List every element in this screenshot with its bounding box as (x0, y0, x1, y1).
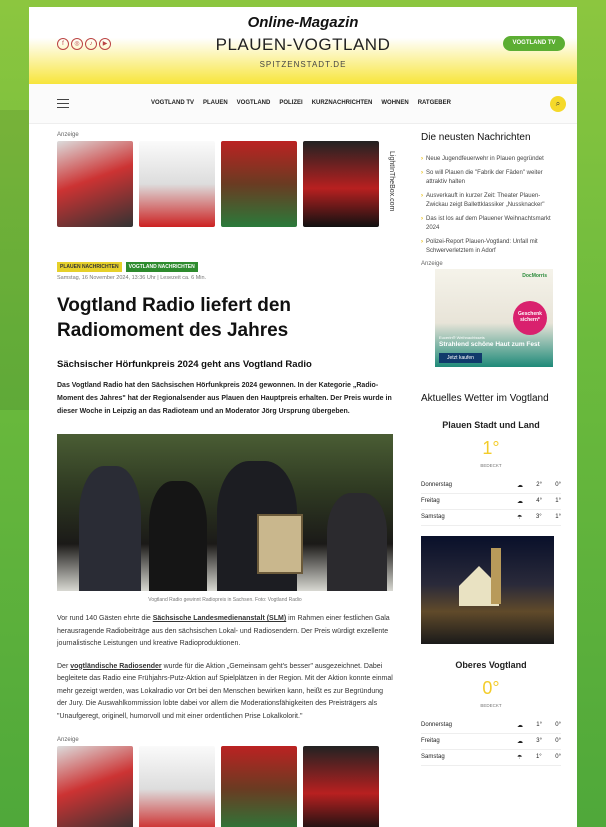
slm-link[interactable]: Sächsische Landesmedienanstalt (SLM) (153, 615, 286, 622)
ad-image-sweater[interactable] (139, 141, 215, 227)
nav-item-ratgeber[interactable]: RATGEBER (418, 100, 451, 106)
nav-item-vogtland-tv[interactable]: VOGTLAND TV (151, 100, 194, 106)
side-ad-brand: DocMorris (522, 273, 547, 279)
forecast-row: Donnerstag ☁ 2° 0° (421, 478, 561, 494)
article-tags: PLAUEN NACHRICHTEN VOGTLAND NACHRICHTEN (57, 262, 393, 272)
ad-label-2: Anzeige (57, 737, 79, 743)
ad-image-reindeer-2[interactable] (221, 746, 297, 827)
weather-location-2: Oberes Vogtland (455, 660, 527, 670)
side-ad-label: Anzeige (421, 261, 443, 267)
forecast-row: Freitag ☁ 3° 0° (421, 734, 561, 750)
forecast-row: Samstag ☂ 3° 1° (421, 510, 561, 526)
article-meta: Samstag, 16 November 2024, 13:36 Uhr | L… (57, 275, 207, 281)
news-list: Neue Jugendfeuerwehr in Plauen gegründet… (421, 155, 561, 256)
cloud-icon: ☁ (517, 723, 523, 729)
weather-forecast-1: Donnerstag ☁ 2° 0° Freitag ☁ 4° 1° Samstag ☂ 3° 1… (421, 478, 561, 526)
main-nav: VOGTLAND TV PLAUEN VOGTLAND POLIZEI KURZ… (29, 84, 577, 124)
article-paragraph-2: Der vogtländische Radiosender wurde für … (57, 662, 393, 720)
brand-line-2[interactable]: PLAUEN-VOGTLAND (29, 35, 577, 55)
nav-items: VOGTLAND TV PLAUEN VOGTLAND POLIZEI KURZ… (151, 100, 451, 106)
article-column: Anzeige LightInTheBox.com PLAUEN NACHRIC… (57, 132, 395, 827)
brand-line-1[interactable]: Online-Magazin (29, 14, 577, 31)
article-subtitle: Sächsischer Hörfunkpreis 2024 geht ans V… (57, 359, 312, 370)
article-lead: Das Vogtland Radio hat den Sächsischen H… (57, 382, 392, 415)
side-ad-badge: Geschenk sichern* (513, 301, 547, 335)
ad-label: Anzeige (57, 132, 79, 138)
nav-item-vogtland[interactable]: VOGTLAND (237, 100, 271, 106)
weather-desc-2: BEDECKT (480, 703, 502, 708)
ad-image-sweater-2[interactable] (139, 746, 215, 827)
forecast-row: Freitag ☁ 4° 1° (421, 494, 561, 510)
search-icon[interactable]: ⌕ (550, 96, 566, 112)
ad-image-guitar[interactable] (303, 141, 379, 227)
ad-image-guitar-2[interactable] (303, 746, 379, 827)
weather-forecast-2: Donnerstag ☁ 1° 0° Freitag ☁ 3° 0° Samstag ☂ 1° 0… (421, 718, 561, 766)
rain-cloud-icon: ☂ (517, 755, 523, 761)
ad-image-santa-2[interactable] (57, 746, 133, 827)
weather-desc-1: BEDECKT (480, 463, 502, 468)
side-ad-button[interactable]: Jetzt kaufen (439, 353, 482, 363)
nav-item-polizei[interactable]: POLIZEI (279, 100, 302, 106)
news-item[interactable]: Ausverkauft in kurzer Zeit: Theater Plau… (421, 192, 561, 210)
cloud-icon: ☁ (517, 483, 523, 489)
nav-item-plauen[interactable]: PLAUEN (203, 100, 228, 106)
ad-image-reindeer[interactable] (221, 141, 297, 227)
weather-temp-1: 1° (482, 438, 500, 458)
tag-vogtland[interactable]: VOGTLAND NACHRICHTEN (125, 262, 198, 272)
news-item[interactable]: Polizei-Report Plauen-Vogtland: Unfall m… (421, 238, 561, 256)
weather-temp-2: 0° (482, 678, 500, 698)
news-item[interactable]: Das ist los auf dem Plauener Weihnachtsm… (421, 215, 561, 233)
news-item[interactable]: Neue Jugendfeuerwehr in Plauen gegründet (421, 155, 561, 164)
ad-banner[interactable]: LightInTheBox.com (57, 141, 395, 227)
side-ad[interactable]: DocMorris Geschenk sichern* Eucerin® Wei… (435, 269, 553, 367)
vogtland-tv-button[interactable]: VOGTLAND TV (503, 36, 565, 51)
sidebar: Die neusten Nachrichten Neue Jugendfeuer… (421, 132, 561, 766)
nav-item-wohnen[interactable]: WOHNEN (381, 100, 408, 106)
forecast-row: Donnerstag ☁ 1° 0° (421, 718, 561, 734)
webcam-image[interactable] (421, 536, 554, 644)
cloud-icon: ☁ (517, 499, 523, 505)
page-container: f ◎ ♪ ▶ Online-Magazin PLAUEN-VOGTLAND S… (29, 7, 577, 827)
ad-banner-2[interactable] (57, 746, 393, 827)
side-ad-line2: Strahlend schöne Haut zum Fest (439, 341, 540, 348)
cloud-icon: ☁ (517, 739, 523, 745)
side-ad-line1: Eucerin® Weihnachtssets (439, 335, 485, 340)
radiosender-link[interactable]: vogtländische Radiosender (70, 663, 161, 670)
forecast-row: Samstag ☂ 1° 0° (421, 750, 561, 766)
nav-item-kurznachrichten[interactable]: KURZNACHRICHTEN (312, 100, 373, 106)
tag-plauen[interactable]: PLAUEN NACHRICHTEN (57, 262, 122, 272)
menu-icon[interactable] (57, 99, 69, 111)
site-header: f ◎ ♪ ▶ Online-Magazin PLAUEN-VOGTLAND S… (29, 7, 577, 84)
article-title: Vogtland Radio liefert den Radiomoment d… (57, 295, 291, 341)
news-item[interactable]: So will Plauen die "Fabrik der Fäden" we… (421, 169, 561, 187)
article-photo (57, 434, 393, 591)
brand-line-3[interactable]: SPITZENSTADT.DE (29, 60, 577, 69)
rain-cloud-icon: ☂ (517, 515, 523, 521)
article-paragraph-1: Vor rund 140 Gästen ehrte die Sächsische… (57, 615, 390, 647)
ad-vertical-text: LightInTheBox.com (388, 151, 395, 212)
ad-image-santa[interactable] (57, 141, 133, 227)
weather-location-1: Plauen Stadt und Land (442, 420, 540, 430)
weather-heading: Aktuelles Wetter im Vogtland (421, 393, 549, 404)
news-heading: Die neusten Nachrichten (421, 132, 531, 143)
photo-caption: Vogtland Radio gewinnt Radiopreis in Sac… (148, 597, 302, 603)
